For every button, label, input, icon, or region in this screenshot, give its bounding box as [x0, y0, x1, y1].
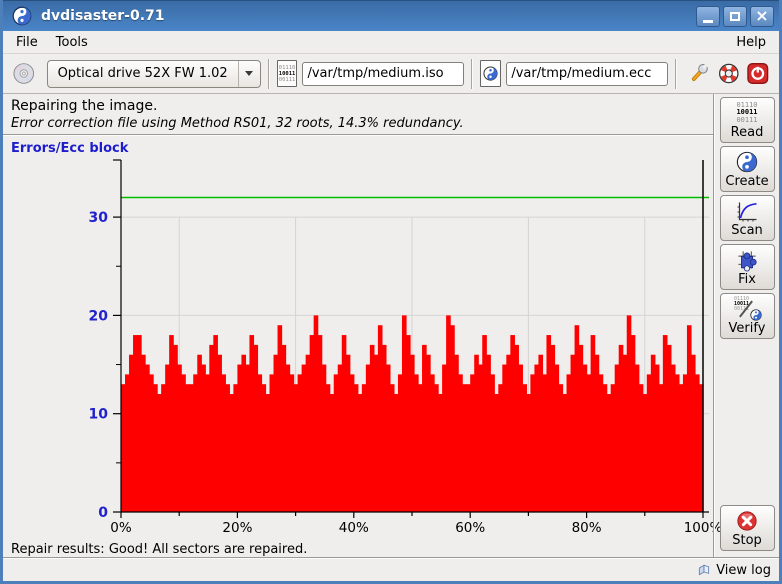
- chevron-down-icon: [245, 71, 253, 76]
- toolbar: Optical drive 52X FW 1.02 01110 10011 00…: [3, 54, 779, 94]
- read-icon-line: 00111: [736, 117, 757, 125]
- toolbar-separator: [675, 59, 677, 89]
- svg-text:80%: 80%: [572, 520, 602, 536]
- menu-tools[interactable]: Tools: [47, 33, 97, 52]
- drive-selector-dropdown[interactable]: Optical drive 52X FW 1.02: [47, 60, 261, 88]
- create-button-label: Create: [725, 174, 768, 189]
- minimize-button[interactable]: [696, 6, 720, 27]
- ecc-yinyang-glyph: [483, 66, 498, 81]
- cd-drive-icon: [12, 61, 36, 86]
- drive-selector-value: Optical drive 52X FW 1.02: [48, 66, 238, 81]
- log-book-icon: [696, 562, 712, 578]
- scan-button[interactable]: Scan: [720, 195, 775, 241]
- read-icon: 01110 10011 00111: [736, 101, 757, 125]
- preferences-wrench-icon[interactable]: [687, 61, 711, 86]
- minimize-icon: [703, 20, 713, 23]
- scan-icon: [735, 199, 759, 223]
- svg-text:10: 10: [89, 407, 109, 423]
- repair-result-text: Repair results: Good! All sectors are re…: [3, 540, 713, 557]
- stop-icon: [736, 509, 758, 533]
- close-button[interactable]: ×: [750, 6, 774, 27]
- svg-text:20: 20: [89, 308, 109, 324]
- chart-column: Repairing the image. Error correction fi…: [3, 94, 713, 557]
- footer-bar: View log: [3, 559, 779, 581]
- status-heading: Repairing the image. Error correction fi…: [3, 94, 713, 134]
- menu-help[interactable]: Help: [727, 33, 775, 52]
- status-line1: Repairing the image.: [11, 98, 705, 114]
- iso-icon-line: 00111: [279, 77, 296, 83]
- chart-title: Errors/Ecc block: [3, 136, 713, 156]
- svg-text:0: 0: [98, 505, 108, 521]
- stop-button-label: Stop: [732, 533, 762, 548]
- maximize-icon: [730, 12, 740, 21]
- quit-power-icon[interactable]: [746, 61, 770, 86]
- scan-button-label: Scan: [731, 223, 763, 238]
- svg-text:20%: 20%: [222, 520, 252, 536]
- verify-button-label: Verify: [729, 321, 766, 336]
- action-sidebar: 01110 10011 00111 Read Create: [715, 94, 779, 557]
- toolbar-separator: [471, 59, 473, 89]
- read-button[interactable]: 01110 10011 00111 Read: [720, 97, 775, 143]
- status-line2: Error correction file using Method RS01,…: [11, 114, 705, 131]
- svg-text:60%: 60%: [455, 520, 485, 536]
- fix-button-label: Fix: [738, 272, 756, 287]
- close-icon: ×: [755, 8, 768, 24]
- maximize-button[interactable]: [723, 6, 747, 27]
- read-button-label: Read: [731, 125, 764, 140]
- svg-text:30: 30: [89, 210, 109, 226]
- ecc-file-icon: [480, 60, 501, 87]
- title-bar: dvdisaster-0.71 ×: [3, 0, 779, 31]
- stop-button[interactable]: Stop: [720, 505, 775, 551]
- fix-puzzle-icon: [734, 248, 760, 272]
- svg-text:0%: 0%: [110, 520, 132, 536]
- menu-bar: File Tools Help: [3, 31, 779, 54]
- create-yinyang-icon: [736, 150, 758, 174]
- help-lifebuoy-icon[interactable]: [717, 61, 741, 86]
- window-title: dvdisaster-0.71: [41, 8, 693, 24]
- iso-image-icon: 01110 10011 00111: [277, 60, 298, 87]
- error-histogram-chart: 01020300%20%40%60%80%100%: [3, 156, 713, 540]
- view-log-link[interactable]: View log: [716, 563, 771, 578]
- ecc-file-input[interactable]: [506, 62, 668, 86]
- app-yinyang-icon: [12, 6, 32, 26]
- menu-file[interactable]: File: [7, 33, 47, 52]
- image-file-input[interactable]: [302, 62, 464, 86]
- main-content: Repairing the image. Error correction fi…: [3, 94, 779, 557]
- toolbar-separator: [268, 59, 270, 89]
- fix-button[interactable]: Fix: [720, 244, 775, 290]
- drive-selector-arrow[interactable]: [238, 61, 260, 87]
- verify-yinyang-glyph: [750, 309, 762, 321]
- stop-button-area: Stop: [720, 505, 775, 551]
- create-button[interactable]: Create: [720, 146, 775, 192]
- svg-text:40%: 40%: [339, 520, 369, 536]
- app-window: dvdisaster-0.71 × File Tools Help Optica…: [0, 0, 782, 584]
- verify-button[interactable]: 01110 10011 00111 Verify: [720, 293, 775, 339]
- verify-icon: 01110 10011 00111: [732, 297, 762, 321]
